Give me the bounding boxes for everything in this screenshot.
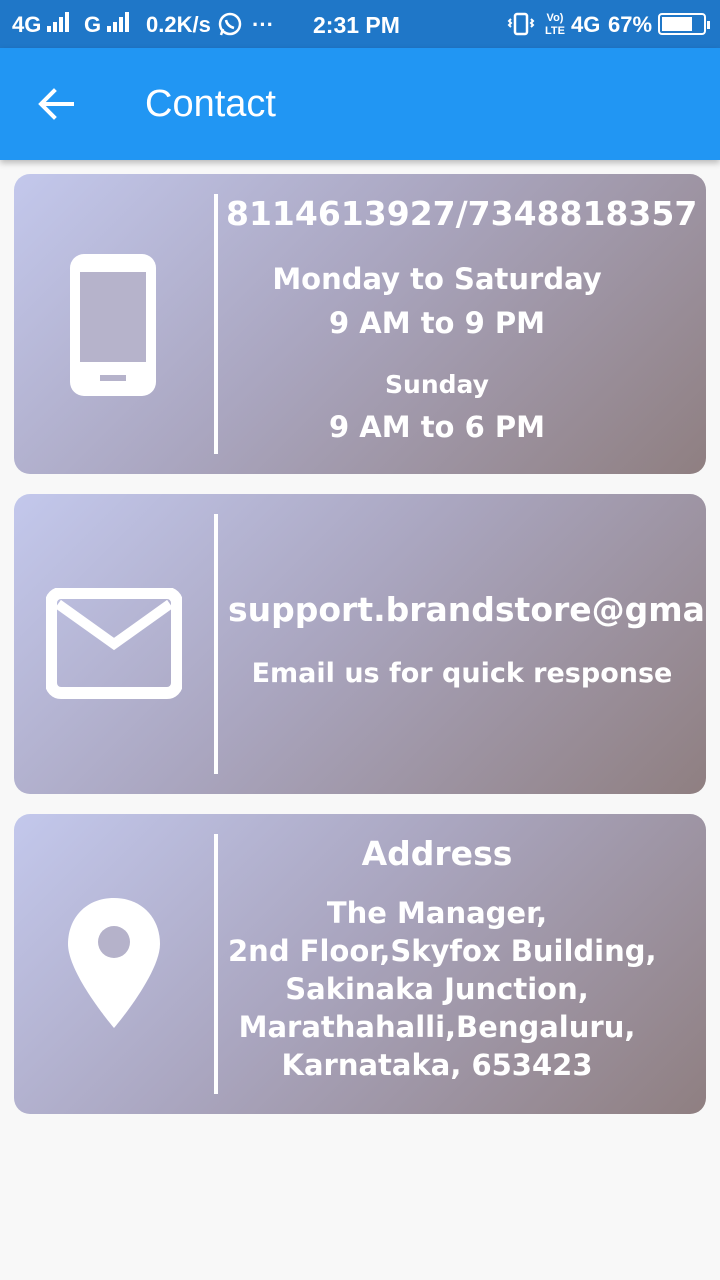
mail-icon: [45, 587, 183, 704]
phone-number[interactable]: 8114613927/7348818357: [226, 194, 697, 233]
status-bar: 4G G 0.2K/s ··· 2:31 PM Vo) LTE 4G 67%: [0, 0, 720, 48]
app-bar: Contact: [0, 48, 720, 160]
phone-icon: [66, 250, 162, 404]
address-line-5: Karnataka, 653423: [281, 1048, 593, 1082]
vibrate-icon: [506, 12, 536, 41]
divider: [214, 834, 218, 1094]
network-type-label-3: 4G: [571, 12, 601, 37]
address-line-2: 2nd Floor,Skyfox Building,: [228, 934, 657, 968]
sunday-hours: 9 AM to 6 PM: [329, 410, 545, 444]
address-line-4: Marathahalli,Bengaluru,: [238, 1010, 636, 1044]
arrow-left-icon: [38, 88, 74, 120]
address-card[interactable]: Address The Manager, 2nd Floor,Skyfox Bu…: [14, 814, 706, 1114]
location-pin-icon: [64, 894, 164, 1038]
battery-charging-icon: [658, 13, 710, 35]
address-line-3: Sakinaka Junction,: [285, 972, 589, 1006]
network-type-label: 4G: [12, 12, 42, 37]
address-heading: Address: [361, 834, 513, 873]
battery-percent: 67%: [608, 12, 653, 37]
page-title: Contact: [145, 83, 276, 125]
clock: 2:31 PM: [313, 12, 400, 38]
email-note: Email us for quick response: [251, 658, 673, 689]
email-card[interactable]: support.brandstore@gmail.com Email us fo…: [14, 494, 706, 794]
divider: [214, 194, 218, 454]
more-notifications: ···: [252, 12, 274, 37]
address-line-1: The Manager,: [326, 896, 548, 930]
network-speed: 0.2K/s: [146, 12, 211, 37]
signal-strength-icon-2: [107, 12, 131, 34]
weekday-label: Monday to Saturday: [272, 262, 602, 296]
network-type-label-2: G: [84, 12, 102, 37]
weekday-hours: 9 AM to 9 PM: [329, 306, 545, 340]
sunday-label: Sunday: [385, 370, 489, 399]
divider: [214, 514, 218, 774]
back-button[interactable]: [36, 86, 76, 122]
whatsapp-icon: [217, 11, 243, 42]
phone-card[interactable]: 8114613927/7348818357 Monday to Saturday…: [14, 174, 706, 474]
volte-label: Vo) LTE: [545, 12, 565, 37]
email-address[interactable]: support.brandstore@gmail.com: [228, 590, 706, 629]
signal-strength-icon: [47, 12, 71, 34]
